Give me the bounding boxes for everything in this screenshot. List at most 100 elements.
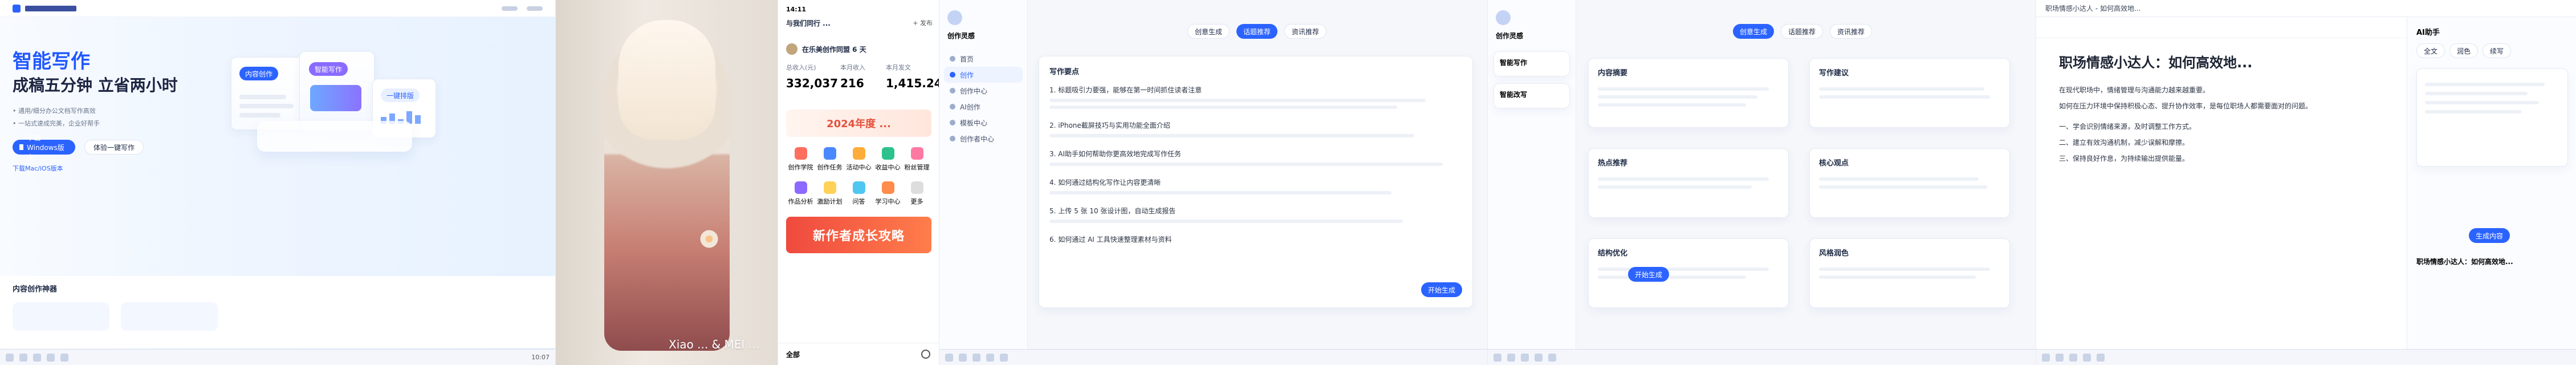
start-icon[interactable] (1493, 353, 1501, 362)
sidebar-item-label: AI创作 (960, 103, 980, 111)
composite-screenshot: 智能写作 成稿五分钟 立省两小时 • 通用/细分办公文档写作高效 • 一站式速成… (0, 0, 2576, 365)
section-title: 写作要点 (1049, 68, 1080, 76)
secondary-button[interactable]: 体验一键写作 (84, 140, 144, 155)
folder-icon[interactable] (986, 353, 994, 362)
sidebar-item-3[interactable]: 创作中心 (944, 83, 1023, 99)
article-line-3: 3. AI助手如何帮助你更高效地完成写作任务 (1049, 150, 1182, 158)
bottom-nav-all[interactable]: 全部 (786, 350, 800, 359)
sidebar-item-2[interactable]: 创作 (944, 67, 1023, 83)
hero-illustration: 内容创作 智能写作 一键排版 (231, 41, 447, 184)
ai-tab-3[interactable]: 续写 (2483, 43, 2512, 58)
sidebar-item-label: 创作中心 (960, 87, 988, 95)
sidebar-item-label: 创作 (960, 71, 974, 79)
folder-icon[interactable] (1535, 353, 1543, 362)
download-tip[interactable]: 下载Mac/iOS版本 (13, 164, 63, 173)
grid-item-4[interactable]: 收益中心 (873, 147, 902, 176)
grid-item-label: 创作任务 (817, 164, 843, 171)
sidebar-tool-1[interactable]: 智能写作 (1493, 51, 1570, 76)
grid-item-5[interactable]: 粉丝管理 (902, 147, 931, 176)
top-nav (0, 0, 555, 17)
start-icon[interactable] (6, 353, 14, 362)
content-card-title: 结构优化 (1598, 249, 1628, 258)
sidebar-item-4[interactable]: AI创作 (944, 99, 1023, 115)
grid-item-3[interactable]: 活动中心 (844, 147, 873, 176)
start-icon[interactable] (2042, 353, 2050, 362)
promo-banner[interactable]: 2024年度 ... (786, 110, 931, 137)
secondary-button-label: 体验一键写作 (93, 143, 135, 152)
prompt-title: 职场情感小达人：如何高效地... (2416, 258, 2513, 266)
ai-panel: AI助手 全文 润色 续写 生成内容 职场情感小达人：如何高效地... (2407, 17, 2576, 349)
search-icon[interactable] (921, 350, 930, 359)
stat-label-3: 本月发文 (886, 64, 911, 71)
task-view-icon[interactable] (33, 353, 41, 362)
search-icon[interactable] (959, 353, 967, 362)
search-icon[interactable] (2056, 353, 2064, 362)
status-time: 14:11 (786, 6, 807, 13)
browser-icon[interactable] (47, 353, 55, 362)
avatar (786, 43, 797, 55)
generate-button[interactable]: 开始生成 (1421, 282, 1462, 297)
search-icon[interactable] (1507, 353, 1515, 362)
sidebar-tool-2[interactable]: 智能改写 (1493, 83, 1570, 108)
grid-item-1[interactable]: 创作学院 (786, 147, 815, 176)
ai-prompt-card (2416, 68, 2568, 167)
grid-item-2[interactable]: 创作任务 (815, 147, 844, 176)
taskbar: 10:07 (0, 349, 555, 365)
ai-tab-label: 全文 (2424, 47, 2438, 55)
sidebar-tool-label: 智能写作 (1500, 59, 1528, 67)
search-icon[interactable] (19, 353, 27, 362)
generate-button-label: 开始生成 (1427, 286, 1455, 294)
browser-icon[interactable] (2069, 353, 2077, 362)
grid-item-8[interactable]: 问答 (844, 181, 873, 210)
content-card-title: 热点推荐 (1598, 159, 1628, 168)
screen-1: 智能写作 成稿五分钟 立省两小时 • 通用/细分办公文档写作高效 • 一站式速成… (0, 0, 556, 365)
chat-icon[interactable] (2097, 353, 2105, 362)
start-icon[interactable] (945, 353, 953, 362)
stat-value-2: 216 (840, 76, 864, 90)
card-label-2: 智能写作 (309, 62, 348, 76)
article-line-2: 2. iPhone截屏技巧与实用功能全面介绍 (1049, 121, 1170, 129)
sidebar-item-1[interactable]: 首页 (944, 51, 1023, 67)
chat-icon[interactable] (1548, 353, 1556, 362)
panel-generate-button[interactable]: 生成内容 (2469, 228, 2510, 243)
primary-button[interactable]: 下载Windows版本 (13, 134, 75, 161)
paragraph-3: 一、学会识别情绪来源，及时调整工作方式。 (2059, 123, 2196, 131)
ai-tab-1[interactable]: 全文 (2416, 43, 2445, 58)
content-card-3: 热点推荐 (1588, 148, 1789, 218)
screen-5: 创意生成 话题推荐 资讯推荐 创作灵感 智能写作 智能改写 内容摘要 写作建议 … (1488, 0, 2036, 365)
generate-button[interactable]: 开始生成 (1628, 267, 1670, 282)
content-card-5: 结构优化 (1588, 238, 1789, 308)
logo-icon (13, 4, 21, 13)
publish-button[interactable]: + 发布 (913, 18, 933, 27)
sidebar-tool-label: 智能改写 (1500, 91, 1528, 99)
grid-item-label: 激励计划 (817, 198, 843, 205)
file-icon[interactable] (60, 353, 68, 362)
grid-item-6[interactable]: 作品分析 (786, 181, 815, 210)
content-card-title: 内容摘要 (1598, 69, 1628, 78)
sidebar-item-6[interactable]: 创作者中心 (944, 131, 1023, 147)
main-panel: 写作要点 1. 标题吸引力要强，能够在第一时间抓住读者注意 2. iPhone截… (1027, 0, 1487, 349)
screen-2: Xiao ... & MEI ... (556, 0, 778, 365)
grid-item-7[interactable]: 激励计划 (815, 181, 844, 210)
chat-icon[interactable] (1000, 353, 1008, 362)
content-card-2: 写作建议 (1809, 58, 2010, 128)
browser-icon[interactable] (972, 353, 980, 362)
grid-item-10[interactable]: 更多 (902, 181, 931, 210)
grid-item-9[interactable]: 学习中心 (873, 181, 902, 210)
screen-3: 14:11 与我们同行 ... + 发布 在乐美创作同盟 6 天 总收入(元) … (778, 0, 939, 365)
profile-row: 在乐美创作同盟 6 天 (786, 41, 931, 57)
grid-item-label: 活动中心 (846, 164, 872, 171)
browser-icon[interactable] (1521, 353, 1529, 362)
editor-card: 写作要点 1. 标题吸引力要强，能够在第一时间抓住读者注意 2. iPhone截… (1039, 56, 1473, 308)
page-title: 智能写作 (13, 50, 90, 73)
article-title: 职场情感小达人：如何高效地... (2059, 55, 2253, 71)
card-label-1: 内容创作 (239, 67, 279, 80)
sidebar-item-5[interactable]: 模板中心 (944, 115, 1023, 131)
ai-panel-title: AI助手 (2416, 29, 2440, 37)
ai-tab-2[interactable]: 润色 (2449, 43, 2479, 58)
guide-banner[interactable]: 新作者成长攻略 (786, 217, 931, 253)
paragraph-4: 二、建立有效沟通机制，减少误解和摩擦。 (2059, 139, 2190, 147)
folder-icon[interactable] (2083, 353, 2091, 362)
bottom-nav: 全部 (778, 343, 939, 365)
sidebar-item-label: 创作者中心 (960, 135, 995, 143)
